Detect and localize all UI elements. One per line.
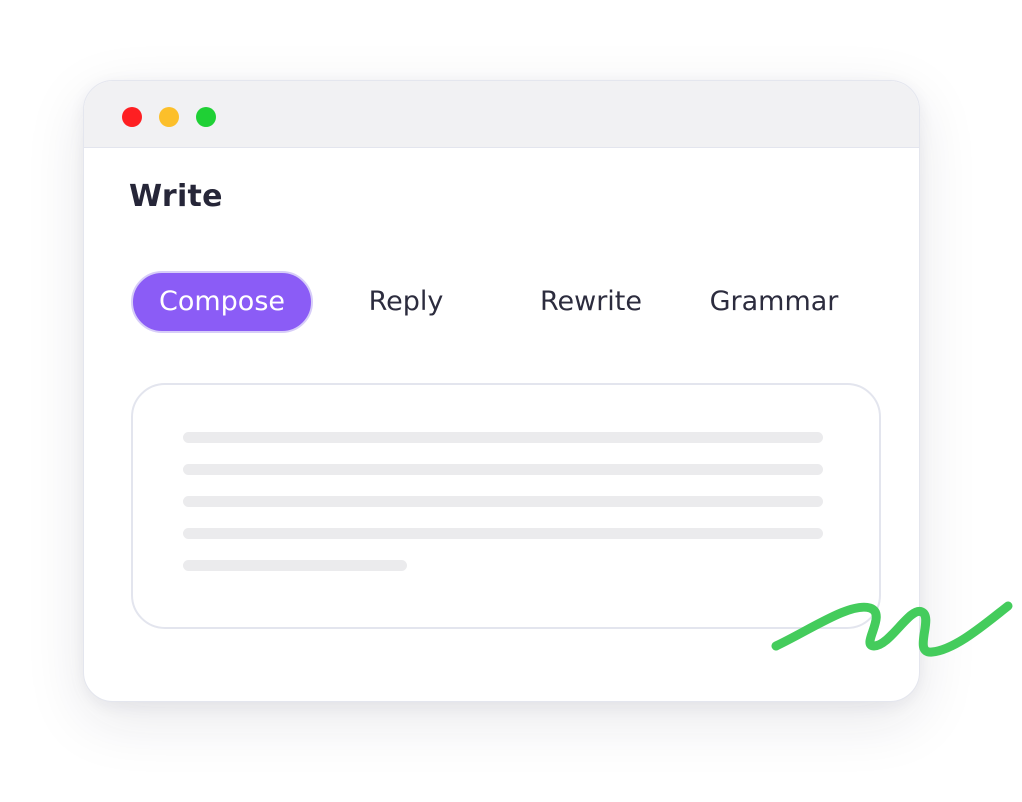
placeholder-line — [183, 560, 407, 571]
placeholder-line — [183, 528, 823, 539]
page-title: Write — [129, 179, 223, 214]
minimize-window-button[interactable] — [159, 107, 179, 127]
tab-grammar[interactable]: Grammar — [696, 271, 852, 333]
text-editor[interactable] — [131, 383, 881, 629]
tab-reply[interactable]: Reply — [346, 271, 466, 333]
green-squiggle-icon — [771, 601, 1013, 657]
placeholder-line — [183, 464, 823, 475]
title-bar — [84, 81, 919, 148]
placeholder-line — [183, 496, 823, 507]
close-window-button[interactable] — [122, 107, 142, 127]
tab-rewrite[interactable]: Rewrite — [526, 271, 656, 333]
tab-compose[interactable]: Compose — [131, 271, 313, 333]
placeholder-line — [183, 432, 823, 443]
maximize-window-button[interactable] — [196, 107, 216, 127]
stage: Write Compose Reply Rewrite Grammar — [0, 0, 1022, 802]
